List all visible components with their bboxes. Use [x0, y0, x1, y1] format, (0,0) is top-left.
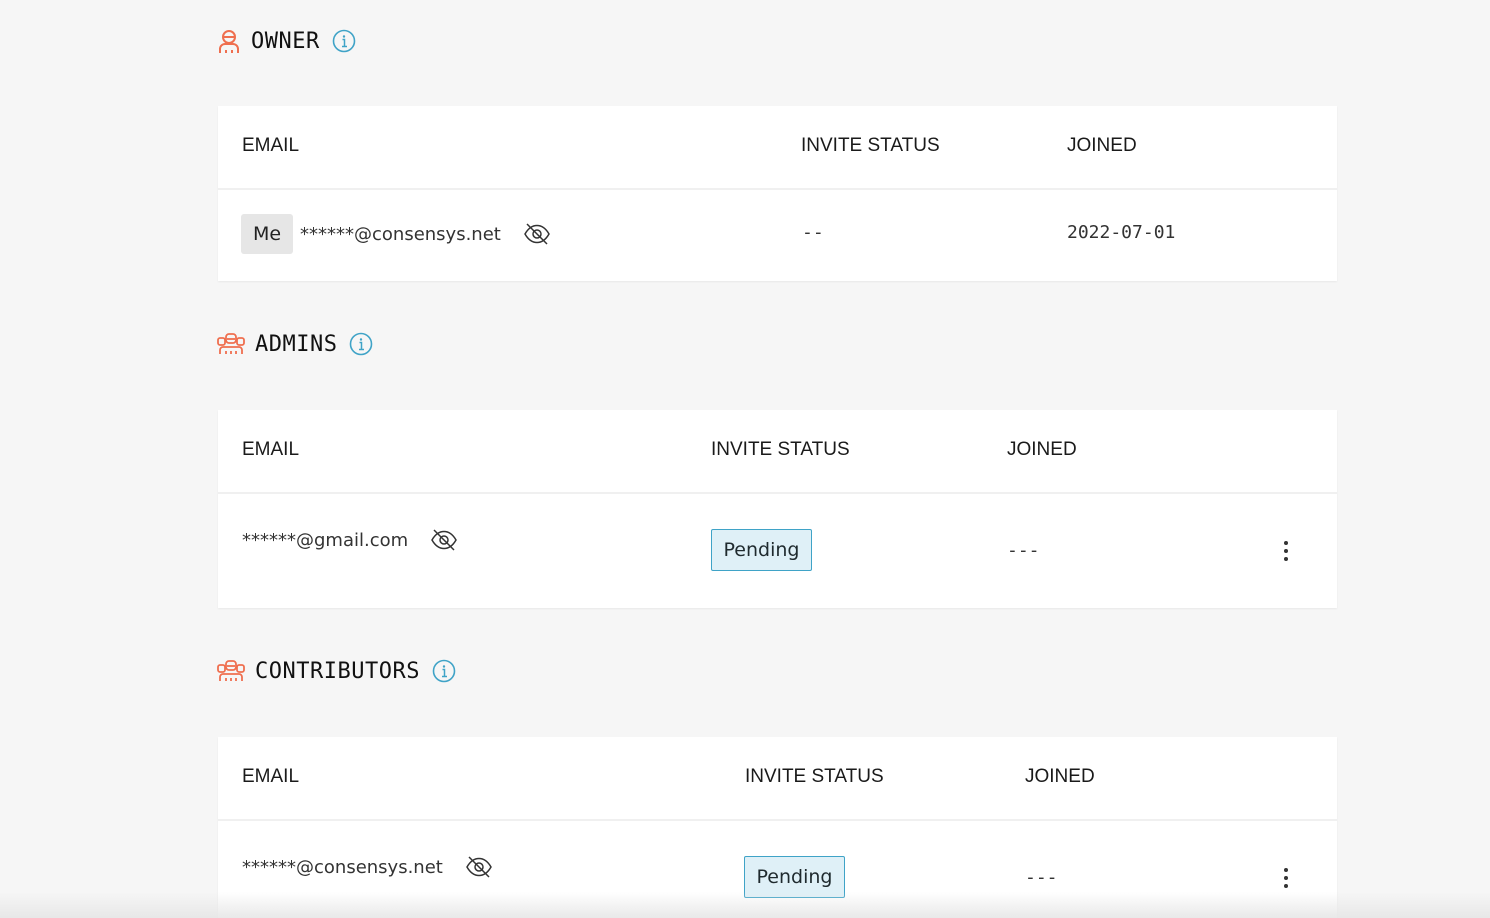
admins-table: EMAIL INVITE STATUS JOINED ******@gmail.…	[218, 410, 1337, 608]
row-actions-button[interactable]	[1279, 538, 1293, 564]
invite-status-cell: Pending	[711, 529, 812, 571]
email-text: ******@consensys.net	[242, 856, 443, 878]
eye-slash-icon[interactable]	[430, 528, 458, 552]
group-icon	[217, 658, 247, 684]
row-actions-button[interactable]	[1279, 865, 1293, 891]
more-vertical-icon[interactable]	[1279, 538, 1293, 564]
table-row: Me ******@consensys.net -- 2022-07-01	[218, 190, 1337, 281]
joined-cell: ---	[1025, 867, 1058, 888]
column-header-email: EMAIL	[242, 766, 300, 787]
info-icon[interactable]	[332, 29, 356, 53]
email-text: ******@gmail.com	[242, 529, 409, 551]
me-badge: Me	[241, 214, 293, 254]
more-vertical-icon[interactable]	[1279, 865, 1293, 891]
joined-cell: ---	[1007, 540, 1040, 561]
column-header-invite-status: INVITE STATUS	[711, 439, 850, 460]
table-header: EMAIL INVITE STATUS JOINED	[218, 737, 1337, 821]
column-header-email: EMAIL	[242, 135, 300, 156]
column-header-invite-status: INVITE STATUS	[801, 135, 940, 156]
user-avatar-icon	[217, 28, 243, 54]
email-cell: ******@consensys.net	[242, 853, 493, 881]
owner-section-header: OWNER	[217, 28, 356, 54]
email-text: ******@consensys.net	[300, 223, 501, 245]
owner-table: EMAIL INVITE STATUS JOINED Me ******@con…	[218, 106, 1337, 281]
group-icon	[217, 331, 247, 357]
status-badge: Pending	[711, 529, 812, 571]
admins-section-header: ADMINS	[217, 331, 373, 357]
info-icon[interactable]	[432, 659, 456, 683]
contributors-table: EMAIL INVITE STATUS JOINED ******@consen…	[218, 737, 1337, 918]
column-header-email: EMAIL	[242, 439, 300, 460]
table-header: EMAIL INVITE STATUS JOINED	[218, 410, 1337, 494]
table-row: ******@gmail.com Pending ---	[218, 494, 1337, 608]
email-cell: Me ******@consensys.net	[241, 214, 551, 254]
table-header: EMAIL INVITE STATUS JOINED	[218, 106, 1337, 190]
owner-section-title: OWNER	[251, 28, 320, 54]
column-header-joined: JOINED	[1007, 439, 1077, 460]
admins-section-title: ADMINS	[255, 331, 338, 357]
email-cell: ******@gmail.com	[242, 526, 458, 554]
eye-slash-icon[interactable]	[465, 855, 493, 879]
info-icon[interactable]	[349, 332, 373, 356]
contributors-section-header: CONTRIBUTORS	[217, 658, 456, 684]
contributors-section-title: CONTRIBUTORS	[255, 658, 420, 684]
invite-status-cell: --	[802, 222, 824, 243]
column-header-joined: JOINED	[1025, 766, 1095, 787]
column-header-invite-status: INVITE STATUS	[745, 766, 884, 787]
joined-cell: 2022-07-01	[1067, 222, 1176, 243]
bottom-fade	[0, 892, 1490, 918]
column-header-joined: JOINED	[1067, 135, 1137, 156]
eye-slash-icon[interactable]	[523, 222, 551, 246]
